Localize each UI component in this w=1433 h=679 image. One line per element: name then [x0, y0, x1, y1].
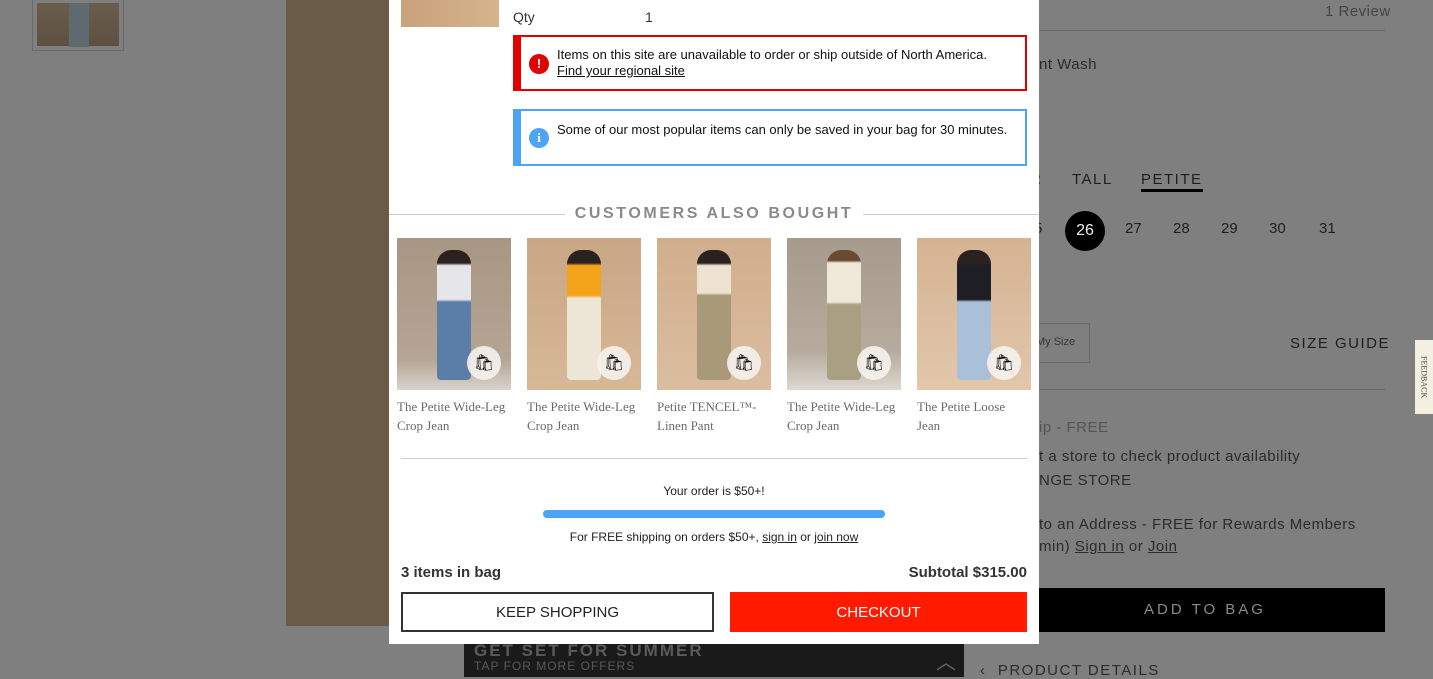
product-name[interactable]: Petite TENCEL™-Linen Pant [657, 397, 771, 435]
fit-tab-petite[interactable]: PETITE [1141, 171, 1203, 192]
keep-shopping-button[interactable]: KEEP SHOPPING [401, 592, 714, 632]
promo-subtitle: TAP FOR MORE OFFERS [474, 659, 636, 673]
region-error-alert: ! Items on this site are unavailable to … [513, 35, 1027, 91]
info-alert: i Some of our most popular items can onl… [513, 109, 1027, 166]
order-message: Your order is $50+! [663, 484, 765, 498]
qty-label: Qty [513, 9, 535, 25]
product-details-label: PRODUCT DETAILS [997, 662, 1160, 679]
divider [1039, 389, 1385, 390]
add-to-bag-icon[interactable]: 🛍 [597, 346, 631, 380]
error-text: Items on this site are unavailable to or… [557, 47, 987, 62]
size-option[interactable]: 30 [1269, 220, 1286, 237]
product-hero-image [286, 0, 389, 626]
divider [863, 214, 1039, 215]
product-name[interactable]: The Petite Wide-Leg Crop Jean [787, 397, 901, 435]
product-tile[interactable]: 🛍 Petite TENCEL™-Linen Pant [657, 238, 771, 435]
added-to-bag-modal: Qty 1 ! Items on this site are unavailab… [389, 0, 1039, 644]
info-icon: i [529, 128, 549, 148]
color-name: nt Wash [1039, 56, 1097, 73]
product-details-toggle[interactable]: ‹ PRODUCT DETAILS [980, 662, 1160, 679]
add-to-bag-icon[interactable]: 🛍 [857, 346, 891, 380]
divider [1000, 30, 1385, 31]
info-text: Some of our most popular items can only … [557, 122, 1008, 137]
sign-in-link[interactable]: Sign in [1075, 538, 1124, 555]
qty-value: 1 [645, 9, 653, 25]
product-tile[interactable]: 🛍 The Petite Loose Jean [917, 238, 1031, 435]
product-tile[interactable]: 🛍 The Petite Wide-Leg Crop Jean [527, 238, 641, 435]
size-guide-link[interactable]: SIZE GUIDE [1290, 335, 1390, 352]
or-text: or [1128, 538, 1144, 555]
add-to-bag-button[interactable]: ADD TO BAG [1025, 588, 1385, 632]
items-in-bag: 3 items in bag [401, 564, 502, 581]
add-to-bag-icon[interactable]: 🛍 [727, 346, 761, 380]
shipping-progress-fill [543, 510, 885, 518]
fit-tab-tall[interactable]: TALL [1072, 171, 1113, 188]
product-name[interactable]: The Petite Wide-Leg Crop Jean [397, 397, 511, 435]
pickup-option[interactable]: ip - FREE [1039, 419, 1109, 436]
add-to-bag-icon[interactable]: 🛍 [987, 346, 1021, 380]
chevron-up-icon[interactable]: ︿ [936, 646, 956, 675]
regional-site-link[interactable]: Find your regional site [557, 63, 685, 78]
product-name[interactable]: The Petite Loose Jean [917, 397, 1031, 435]
product-name[interactable]: The Petite Wide-Leg Crop Jean [527, 397, 641, 435]
ship-line-prefix: min) [1039, 538, 1071, 555]
error-icon: ! [529, 54, 549, 74]
chevron-left-icon: ‹ [980, 662, 998, 679]
bag-item-image [401, 0, 499, 27]
ship-sign-in-line: min) Sign in or Join [1039, 538, 1177, 555]
size-option[interactable]: 28 [1173, 220, 1190, 237]
divider [389, 214, 565, 215]
size-option[interactable]: 29 [1221, 220, 1238, 237]
product-tile[interactable]: 🛍 The Petite Wide-Leg Crop Jean [397, 238, 511, 435]
subtotal: Subtotal $315.00 [908, 564, 1027, 581]
join-link[interactable]: Join [1148, 538, 1178, 555]
change-store-link[interactable]: NGE STORE [1039, 472, 1132, 489]
promo-title: GET SET FOR SUMMER [474, 641, 704, 660]
join-now-link[interactable]: join now [814, 530, 858, 544]
size-option-selected[interactable]: 26 [1065, 211, 1105, 251]
divider [401, 458, 1027, 459]
sign-in-link[interactable]: sign in [762, 530, 797, 544]
product-tile[interactable]: 🛍 The Petite Wide-Leg Crop Jean [787, 238, 901, 435]
product-thumbnail[interactable] [32, 0, 124, 51]
or-text: or [800, 530, 811, 544]
checkout-button[interactable]: CHECKOUT [730, 592, 1027, 632]
feedback-tab[interactable]: FEEDBACK [1415, 340, 1433, 414]
free-shipping-text: For FREE shipping on orders $50+, sign i… [389, 530, 1039, 544]
ship-to-address-option[interactable]: to an Address - FREE for Rewards Members [1039, 516, 1356, 533]
shipping-progress-bar [543, 510, 885, 518]
add-to-bag-icon[interactable]: 🛍 [467, 346, 501, 380]
free-shipping-prefix: For FREE shipping on orders $50+, [569, 530, 759, 544]
size-option[interactable]: 27 [1125, 220, 1142, 237]
promo-banner[interactable]: GET SET FOR SUMMER TAP FOR MORE OFFERS ︿ [464, 641, 964, 677]
size-option[interactable]: 31 [1319, 220, 1336, 237]
store-availability-text: t a store to check product availability [1039, 448, 1301, 465]
also-bought-title: CUSTOMERS ALSO BOUGHT [574, 205, 854, 222]
review-link[interactable]: 1 Review [1325, 3, 1391, 20]
